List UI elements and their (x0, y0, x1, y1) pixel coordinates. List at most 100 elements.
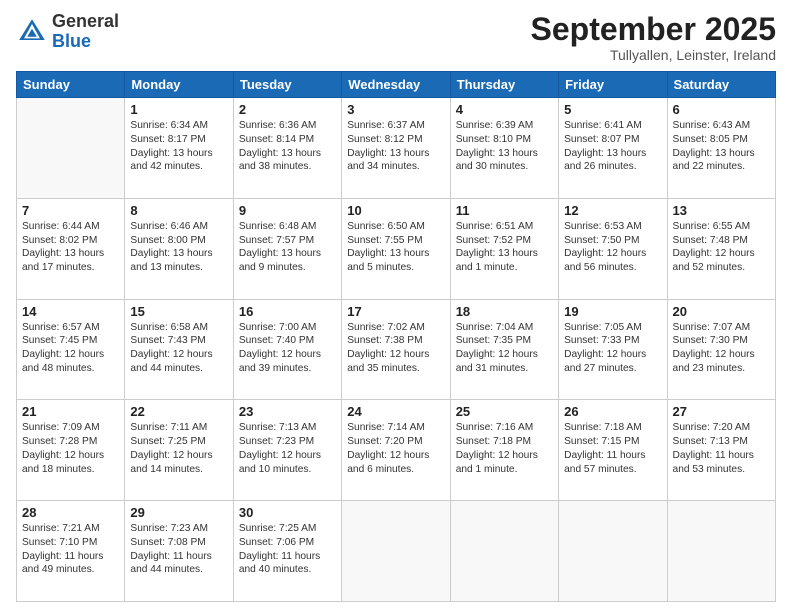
sunrise-text: Sunrise: 6:43 AM (673, 119, 770, 133)
day-number: 19 (564, 304, 661, 319)
day-number: 13 (673, 203, 770, 218)
daylight-text: Daylight: 12 hours and 56 minutes. (564, 247, 661, 275)
sunset-text: Sunset: 8:10 PM (456, 133, 553, 147)
day-number: 23 (239, 404, 336, 419)
calendar-cell-w3d1: 22 Sunrise: 7:11 AM Sunset: 7:25 PM Dayl… (125, 400, 233, 501)
sunrise-text: Sunrise: 6:51 AM (456, 220, 553, 234)
day-number: 21 (22, 404, 119, 419)
calendar-cell-w4d6 (667, 501, 775, 602)
calendar-week-row-0: 1 Sunrise: 6:34 AM Sunset: 8:17 PM Dayli… (17, 98, 776, 199)
daylight-text: Daylight: 13 hours and 17 minutes. (22, 247, 119, 275)
sunrise-text: Sunrise: 6:34 AM (130, 119, 227, 133)
calendar-cell-w1d1: 8 Sunrise: 6:46 AM Sunset: 8:00 PM Dayli… (125, 198, 233, 299)
day-number: 3 (347, 102, 444, 117)
sunset-text: Sunset: 7:28 PM (22, 435, 119, 449)
calendar-cell-w2d0: 14 Sunrise: 6:57 AM Sunset: 7:45 PM Dayl… (17, 299, 125, 400)
calendar-cell-w4d2: 30 Sunrise: 7:25 AM Sunset: 7:06 PM Dayl… (233, 501, 341, 602)
day-number: 14 (22, 304, 119, 319)
daylight-text: Daylight: 12 hours and 39 minutes. (239, 348, 336, 376)
calendar-cell-w0d3: 3 Sunrise: 6:37 AM Sunset: 8:12 PM Dayli… (342, 98, 450, 199)
day-number: 20 (673, 304, 770, 319)
calendar-cell-w2d6: 20 Sunrise: 7:07 AM Sunset: 7:30 PM Dayl… (667, 299, 775, 400)
calendar-cell-w3d4: 25 Sunrise: 7:16 AM Sunset: 7:18 PM Dayl… (450, 400, 558, 501)
day-number: 11 (456, 203, 553, 218)
sunrise-text: Sunrise: 6:48 AM (239, 220, 336, 234)
calendar-cell-w4d4 (450, 501, 558, 602)
logo: General Blue (16, 12, 119, 52)
sunrise-text: Sunrise: 7:18 AM (564, 421, 661, 435)
col-wednesday: Wednesday (342, 72, 450, 98)
daylight-text: Daylight: 13 hours and 42 minutes. (130, 147, 227, 175)
daylight-text: Daylight: 11 hours and 49 minutes. (22, 550, 119, 578)
sunset-text: Sunset: 7:18 PM (456, 435, 553, 449)
sunrise-text: Sunrise: 7:11 AM (130, 421, 227, 435)
calendar-cell-w3d0: 21 Sunrise: 7:09 AM Sunset: 7:28 PM Dayl… (17, 400, 125, 501)
daylight-text: Daylight: 12 hours and 35 minutes. (347, 348, 444, 376)
day-number: 4 (456, 102, 553, 117)
daylight-text: Daylight: 13 hours and 34 minutes. (347, 147, 444, 175)
calendar-cell-w1d4: 11 Sunrise: 6:51 AM Sunset: 7:52 PM Dayl… (450, 198, 558, 299)
daylight-text: Daylight: 11 hours and 53 minutes. (673, 449, 770, 477)
calendar-cell-w1d6: 13 Sunrise: 6:55 AM Sunset: 7:48 PM Dayl… (667, 198, 775, 299)
sunset-text: Sunset: 8:12 PM (347, 133, 444, 147)
calendar-cell-w4d0: 28 Sunrise: 7:21 AM Sunset: 7:10 PM Dayl… (17, 501, 125, 602)
sunset-text: Sunset: 8:17 PM (130, 133, 227, 147)
month-title: September 2025 (531, 12, 776, 47)
sunrise-text: Sunrise: 7:23 AM (130, 522, 227, 536)
daylight-text: Daylight: 13 hours and 26 minutes. (564, 147, 661, 175)
calendar-week-row-3: 21 Sunrise: 7:09 AM Sunset: 7:28 PM Dayl… (17, 400, 776, 501)
day-number: 22 (130, 404, 227, 419)
logo-blue: Blue (52, 32, 119, 52)
sunset-text: Sunset: 8:00 PM (130, 234, 227, 248)
calendar-week-row-2: 14 Sunrise: 6:57 AM Sunset: 7:45 PM Dayl… (17, 299, 776, 400)
calendar-cell-w1d0: 7 Sunrise: 6:44 AM Sunset: 8:02 PM Dayli… (17, 198, 125, 299)
col-monday: Monday (125, 72, 233, 98)
sunset-text: Sunset: 7:15 PM (564, 435, 661, 449)
calendar-cell-w4d3 (342, 501, 450, 602)
sunset-text: Sunset: 7:08 PM (130, 536, 227, 550)
calendar-cell-w1d3: 10 Sunrise: 6:50 AM Sunset: 7:55 PM Dayl… (342, 198, 450, 299)
daylight-text: Daylight: 12 hours and 52 minutes. (673, 247, 770, 275)
sunrise-text: Sunrise: 7:16 AM (456, 421, 553, 435)
sunrise-text: Sunrise: 7:04 AM (456, 321, 553, 335)
daylight-text: Daylight: 12 hours and 1 minute. (456, 449, 553, 477)
calendar-cell-w1d5: 12 Sunrise: 6:53 AM Sunset: 7:50 PM Dayl… (559, 198, 667, 299)
day-number: 6 (673, 102, 770, 117)
day-number: 15 (130, 304, 227, 319)
daylight-text: Daylight: 12 hours and 48 minutes. (22, 348, 119, 376)
sunset-text: Sunset: 7:38 PM (347, 334, 444, 348)
sunrise-text: Sunrise: 7:00 AM (239, 321, 336, 335)
sunrise-text: Sunrise: 7:20 AM (673, 421, 770, 435)
calendar-cell-w2d1: 15 Sunrise: 6:58 AM Sunset: 7:43 PM Dayl… (125, 299, 233, 400)
calendar-cell-w3d5: 26 Sunrise: 7:18 AM Sunset: 7:15 PM Dayl… (559, 400, 667, 501)
day-number: 30 (239, 505, 336, 520)
sunrise-text: Sunrise: 6:58 AM (130, 321, 227, 335)
day-number: 24 (347, 404, 444, 419)
sunrise-text: Sunrise: 7:21 AM (22, 522, 119, 536)
daylight-text: Daylight: 13 hours and 13 minutes. (130, 247, 227, 275)
sunset-text: Sunset: 7:57 PM (239, 234, 336, 248)
day-number: 12 (564, 203, 661, 218)
col-saturday: Saturday (667, 72, 775, 98)
day-number: 28 (22, 505, 119, 520)
daylight-text: Daylight: 13 hours and 22 minutes. (673, 147, 770, 175)
daylight-text: Daylight: 13 hours and 5 minutes. (347, 247, 444, 275)
sunset-text: Sunset: 8:14 PM (239, 133, 336, 147)
calendar-cell-w0d5: 5 Sunrise: 6:41 AM Sunset: 8:07 PM Dayli… (559, 98, 667, 199)
calendar-cell-w2d5: 19 Sunrise: 7:05 AM Sunset: 7:33 PM Dayl… (559, 299, 667, 400)
daylight-text: Daylight: 11 hours and 57 minutes. (564, 449, 661, 477)
daylight-text: Daylight: 12 hours and 27 minutes. (564, 348, 661, 376)
sunrise-text: Sunrise: 6:41 AM (564, 119, 661, 133)
calendar-cell-w0d4: 4 Sunrise: 6:39 AM Sunset: 8:10 PM Dayli… (450, 98, 558, 199)
calendar-cell-w0d6: 6 Sunrise: 6:43 AM Sunset: 8:05 PM Dayli… (667, 98, 775, 199)
sunset-text: Sunset: 7:48 PM (673, 234, 770, 248)
col-thursday: Thursday (450, 72, 558, 98)
day-number: 10 (347, 203, 444, 218)
daylight-text: Daylight: 13 hours and 38 minutes. (239, 147, 336, 175)
day-number: 27 (673, 404, 770, 419)
daylight-text: Daylight: 11 hours and 40 minutes. (239, 550, 336, 578)
location-subtitle: Tullyallen, Leinster, Ireland (531, 47, 776, 63)
sunrise-text: Sunrise: 6:37 AM (347, 119, 444, 133)
daylight-text: Daylight: 12 hours and 18 minutes. (22, 449, 119, 477)
calendar-cell-w3d2: 23 Sunrise: 7:13 AM Sunset: 7:23 PM Dayl… (233, 400, 341, 501)
